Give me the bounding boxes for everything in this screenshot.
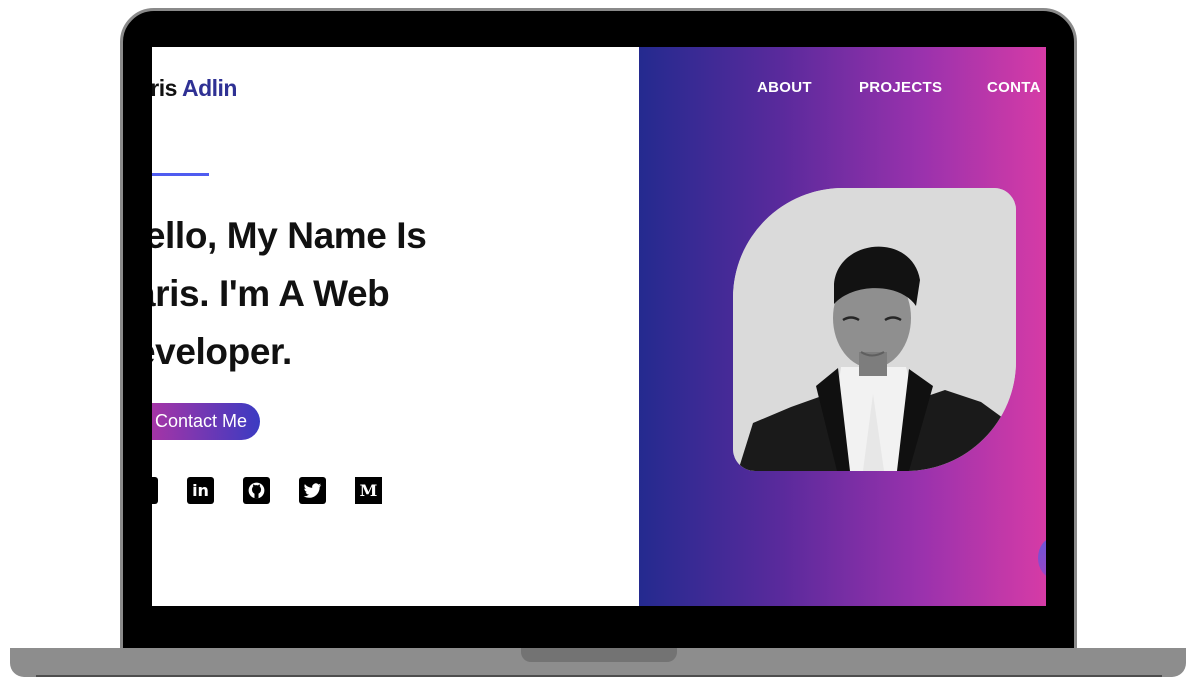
linkedin-text: in [192,481,209,500]
brand-logo[interactable]: aris Adlin [152,75,237,102]
github-icon[interactable] [243,477,270,504]
github-glyph [248,482,265,499]
brand-last-name: Adlin [181,75,238,101]
laptop-base-shadow [36,675,1162,677]
hero-line-3: eveloper. [152,331,292,372]
hero-right-pane: ABOUT PROJECTS CONTA [639,47,1046,606]
brand-first-name: aris [152,75,177,101]
hero-divider [152,173,209,176]
hero-title: lello, My Name Is aris. I'm A Web evelop… [152,207,495,381]
nav-about[interactable]: ABOUT [757,79,812,96]
medium-icon[interactable]: M [355,477,382,504]
person-portrait-illustration [733,188,1016,471]
hero-left-pane: aris Adlin lello, My Name Is aris. I'm A… [152,47,639,606]
profile-photo [733,188,1016,471]
website-screen: aris Adlin lello, My Name Is aris. I'm A… [152,47,1046,606]
linkedin-icon[interactable]: in [187,477,214,504]
partial-social-icon[interactable] [152,477,158,504]
hero-line-2: aris. I'm A Web [152,273,390,314]
nav-contact[interactable]: CONTA [987,79,1041,96]
twitter-icon[interactable] [299,477,326,504]
hero-line-1: lello, My Name Is [152,215,427,256]
nav-projects[interactable]: PROJECTS [859,79,942,96]
social-links: in M [152,477,392,507]
laptop-notch [521,648,677,662]
twitter-glyph [303,482,322,498]
contact-me-button[interactable]: Contact Me [152,403,260,440]
medium-text: M [359,481,378,500]
floating-button-partial[interactable] [1038,538,1046,578]
